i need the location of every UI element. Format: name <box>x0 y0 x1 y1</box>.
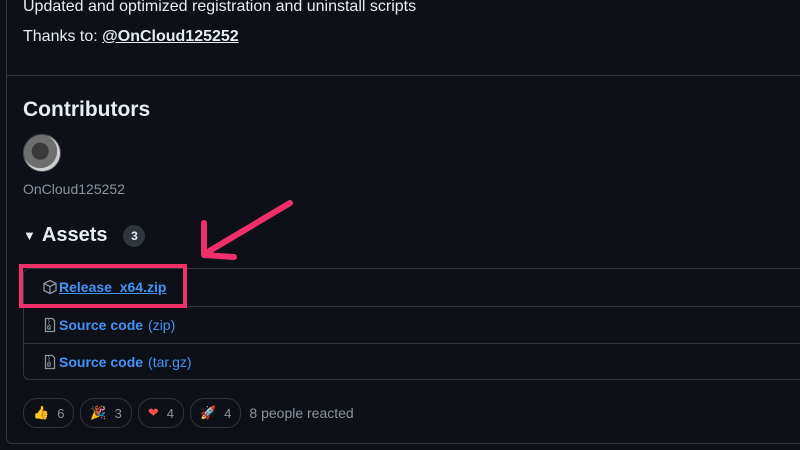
file-zip-icon <box>42 354 58 370</box>
asset-ext[interactable]: (zip) <box>148 317 175 333</box>
caret-down-icon: ▼ <box>23 228 36 243</box>
reactions-bar: 👍 6 🎉 3 ❤ 4 🚀 4 8 people reacted <box>23 398 354 428</box>
asset-row[interactable]: Source code (tar.gz) <box>24 343 800 379</box>
release-notes: Updated and optimized registration and u… <box>23 0 416 52</box>
reactions-summary: 8 people reacted <box>249 405 354 421</box>
file-zip-icon <box>42 317 58 333</box>
rocket-icon: 🚀 <box>199 405 217 420</box>
asset-link-source-targz[interactable]: Source code <box>59 354 143 370</box>
assets-count-badge: 3 <box>123 224 146 247</box>
reaction-heart[interactable]: ❤ 4 <box>137 398 184 428</box>
reaction-rocket[interactable]: 🚀 4 <box>189 398 242 428</box>
asset-row[interactable]: Source code (zip) <box>24 306 800 342</box>
arrow-annotation <box>201 200 293 260</box>
assets-heading: Assets <box>41 224 108 246</box>
asset-ext[interactable]: (tar.gz) <box>148 354 192 370</box>
thanks-line: Thanks to: @OnCloud125252 <box>23 22 416 52</box>
highlight-box <box>19 264 187 308</box>
reaction-count: 6 <box>57 405 65 421</box>
party-popper-icon: 🎉 <box>90 405 107 420</box>
reaction-count: 4 <box>224 405 232 421</box>
assets-toggle[interactable]: ▼ Assets 3 <box>23 224 146 247</box>
reaction-count: 3 <box>114 405 122 421</box>
contributor-name[interactable]: OnCloud125252 <box>23 181 125 197</box>
divider <box>6 75 800 76</box>
asset-link-source-zip[interactable]: Source code <box>59 317 143 333</box>
reaction-hooray[interactable]: 🎉 3 <box>80 398 132 428</box>
thumbs-up-icon: 👍 <box>33 405 50 420</box>
heart-icon: ❤ <box>147 405 159 420</box>
avatar[interactable] <box>23 134 61 172</box>
notes-line: Updated and optimized registration and u… <box>23 0 417 15</box>
contributors-heading: Contributors <box>23 98 151 121</box>
reaction-thumbs-up[interactable]: 👍 6 <box>23 398 75 428</box>
reaction-count: 4 <box>166 405 174 421</box>
thanks-prefix: Thanks to: <box>23 28 103 45</box>
mention-link[interactable]: @OnCloud125252 <box>102 28 239 45</box>
